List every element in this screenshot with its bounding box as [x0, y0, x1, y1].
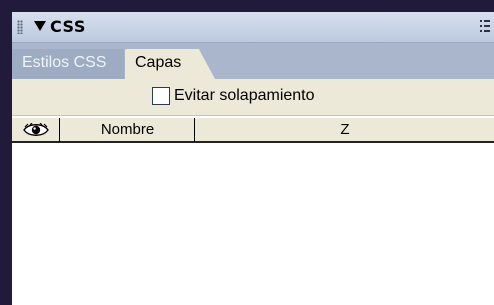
layers-list[interactable] — [12, 143, 494, 305]
layers-table-header: Nombre Z — [12, 117, 494, 143]
prevent-overlap-label[interactable]: Evitar solapamiento — [174, 87, 315, 105]
layers-options-bar: Evitar solapamiento — [12, 79, 494, 116]
grip-handle-icon[interactable] — [17, 20, 23, 34]
visibility-column-header[interactable] — [12, 118, 60, 142]
panel-options-icon[interactable] — [480, 20, 490, 34]
css-panel: CSS Estilos CSS Capas Evitar solapamient… — [12, 12, 494, 305]
panel-titlebar[interactable]: CSS — [12, 12, 494, 43]
tab-capas[interactable]: Capas — [125, 49, 215, 79]
z-index-column-header[interactable]: Z — [196, 118, 494, 142]
name-column-header[interactable]: Nombre — [61, 118, 195, 142]
tab-bar: Estilos CSS Capas — [12, 43, 494, 80]
tab-estilos-css[interactable]: Estilos CSS — [12, 49, 124, 79]
collapse-arrow-icon[interactable] — [34, 21, 46, 31]
panel-title[interactable]: CSS — [50, 17, 86, 36]
prevent-overlap-checkbox[interactable] — [152, 87, 170, 105]
eye-icon — [23, 123, 49, 136]
